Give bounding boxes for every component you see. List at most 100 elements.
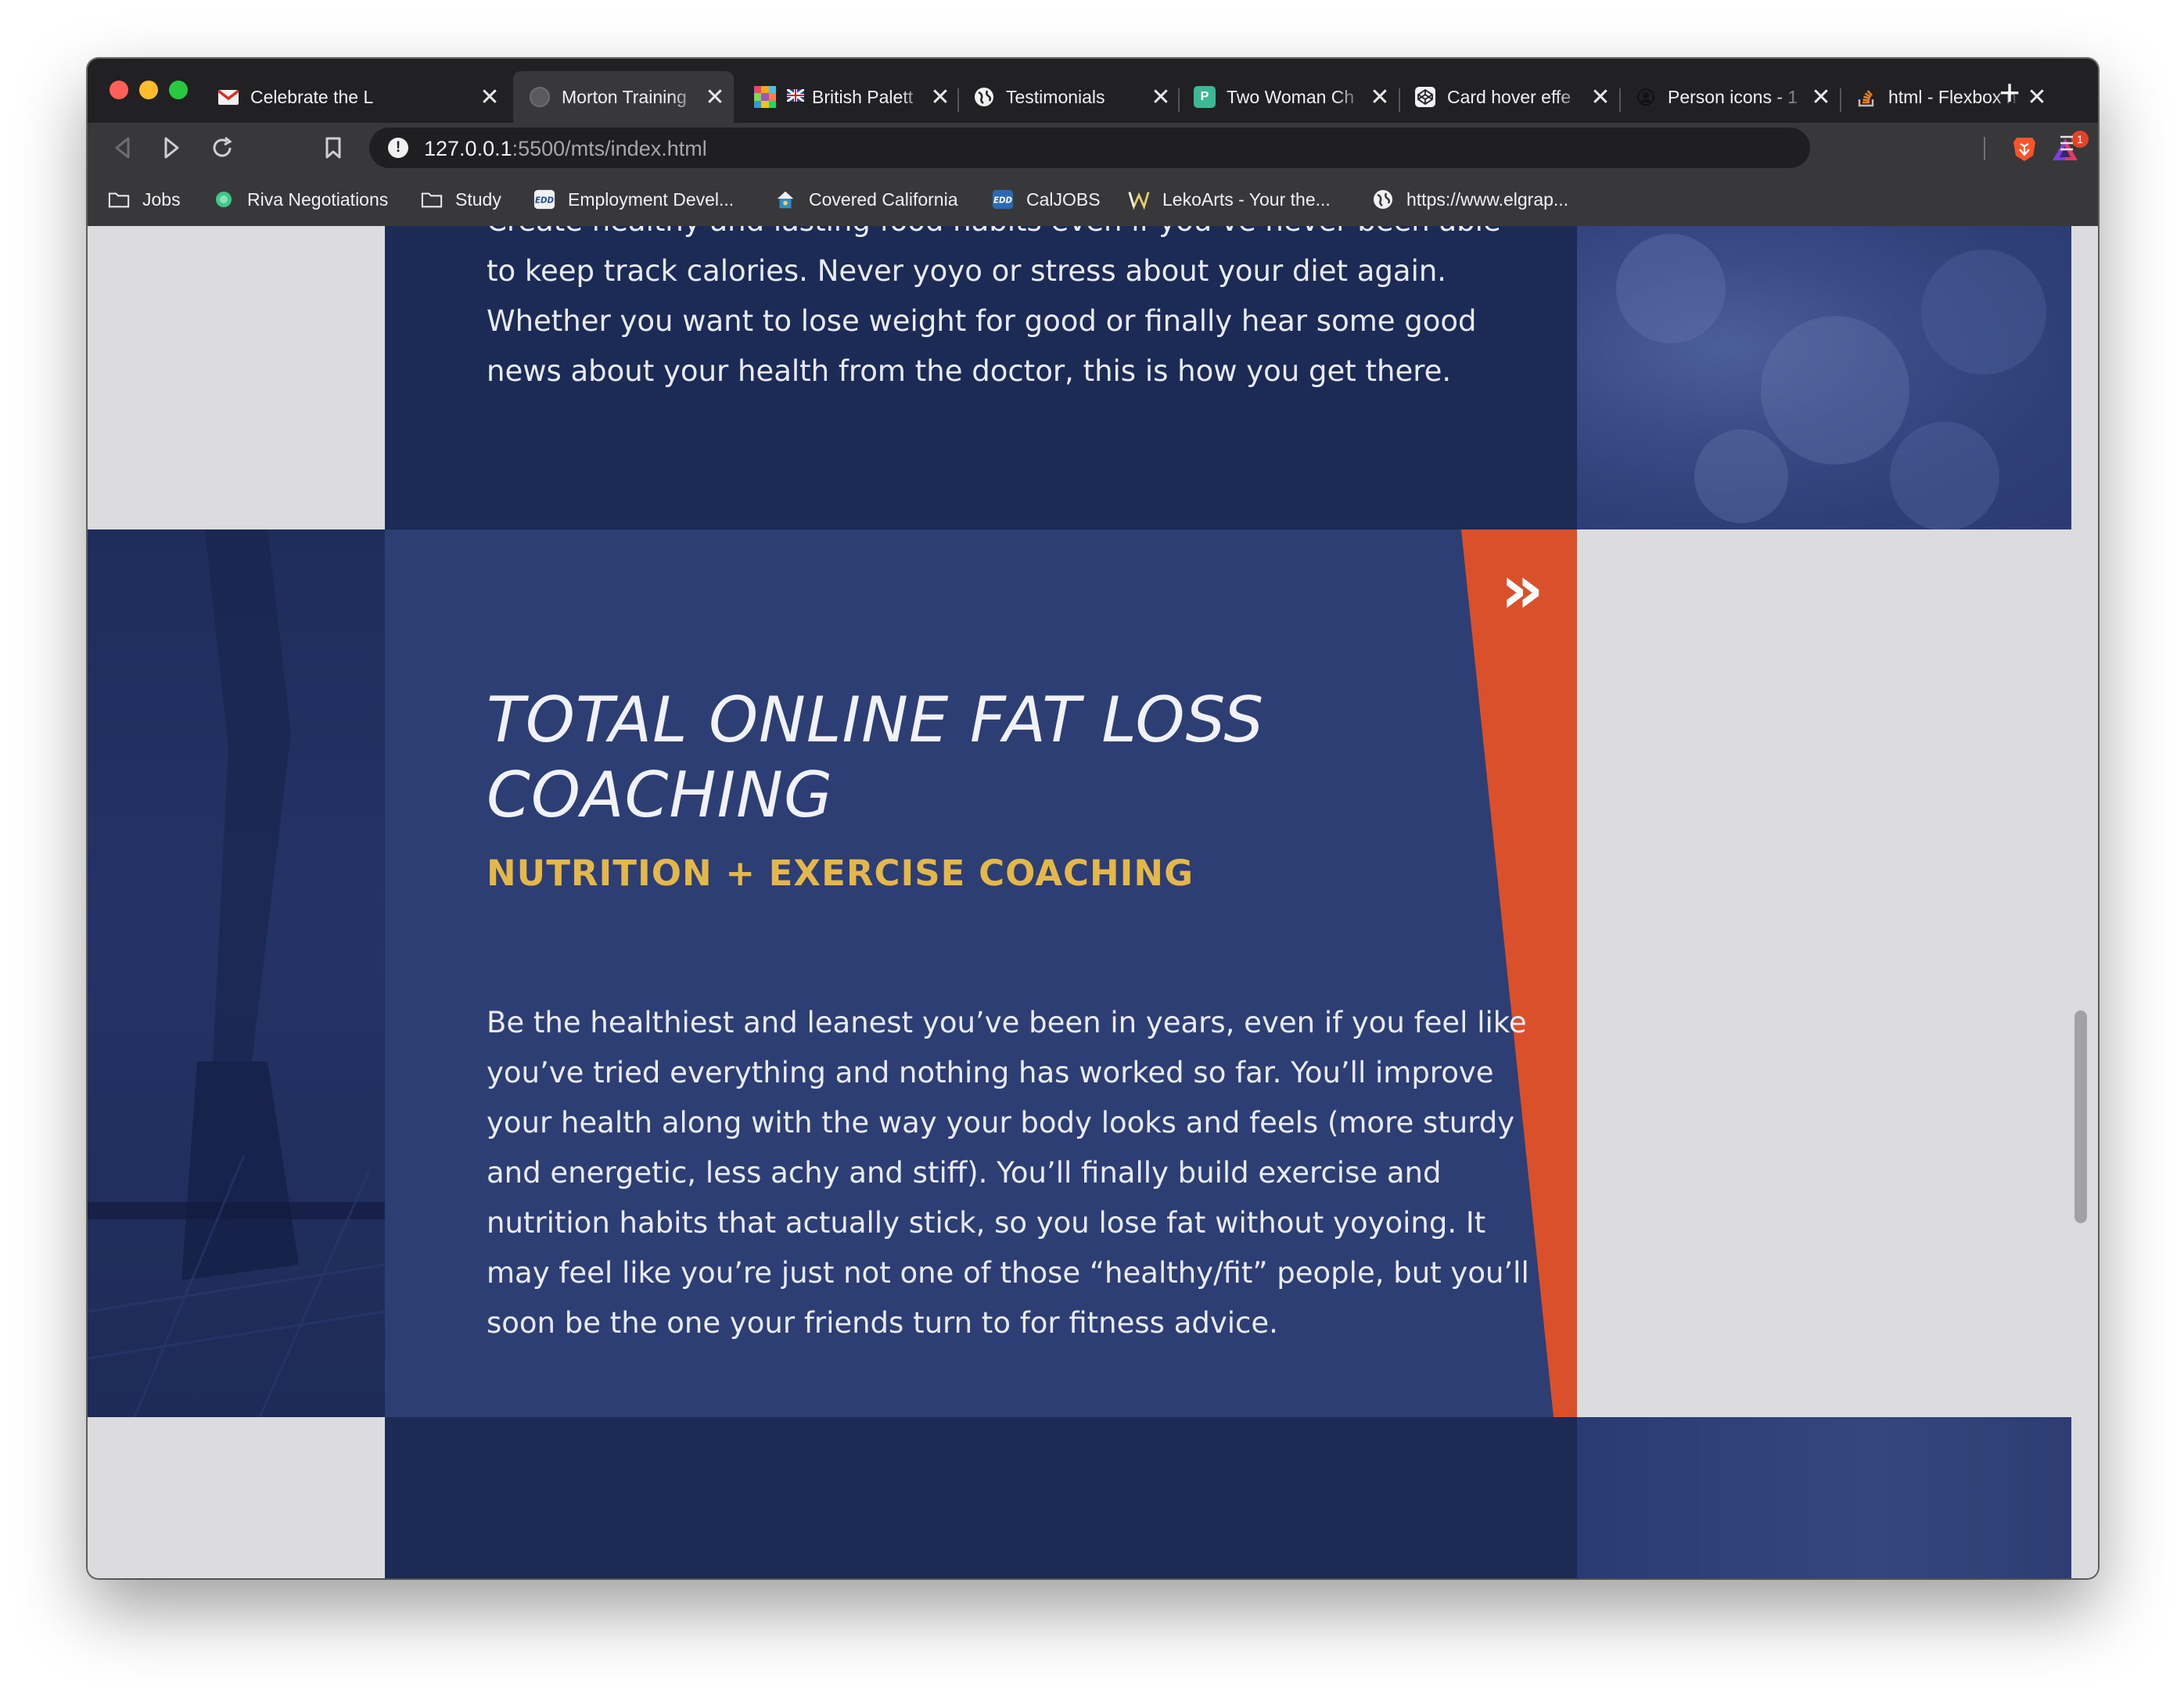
tab-morton-training[interactable]: Morton Training ✕ xyxy=(513,71,734,123)
description-line: nutrition habits that actually stick, so… xyxy=(487,1206,1486,1240)
menu-icon[interactable] xyxy=(2051,132,2082,163)
close-tab-icon[interactable]: ✕ xyxy=(476,84,504,111)
lekoarts-icon xyxy=(1128,188,1150,210)
bookmark-lekoarts[interactable]: LekoArts - Your the... xyxy=(1128,185,1331,214)
deluxe-coaching-title: DELUXE FAT LOSS COACHING xyxy=(487,1571,1582,1578)
tab-title: Person icons - 1 xyxy=(1668,86,1798,107)
description-line: and energetic, less achy and stiff). You… xyxy=(487,1156,1442,1190)
edd-icon: EDD xyxy=(533,188,555,210)
description-line: may feel like you’re just not one of tho… xyxy=(487,1256,1529,1290)
tab-separator xyxy=(1619,88,1621,112)
globe-icon xyxy=(529,86,551,108)
deluxe-photo xyxy=(1577,1417,2071,1578)
green-dot-icon xyxy=(213,188,235,210)
description-line: Be the healthiest and leanest you’ve bee… xyxy=(487,1006,1527,1039)
site-info-icon[interactable]: ! xyxy=(388,138,408,158)
tab-separator xyxy=(1399,88,1400,112)
tab-two-woman[interactable]: P Two Woman Ch ✕ xyxy=(1178,71,1399,123)
description-line: Whether you want to lose weight for good… xyxy=(487,304,1477,338)
bookmark-label: Study xyxy=(455,188,501,210)
tab-separator xyxy=(957,88,959,112)
bookmark-label: Riva Negotiations xyxy=(247,188,389,210)
new-tab-button[interactable]: + xyxy=(1990,74,2029,113)
edd-icon: EDD xyxy=(992,188,1014,210)
tab-person-icons[interactable]: Person icons - 1 ✕ xyxy=(1619,71,1840,123)
description-line: you’ve tried everything and nothing has … xyxy=(487,1056,1494,1089)
tab-separator xyxy=(1840,88,1841,112)
total-coaching-title: TOTAL ONLINE FAT LOSS COACHING xyxy=(487,683,1363,833)
bookmark-icon[interactable] xyxy=(314,129,352,167)
description-line: to keep track calories. Never yoyo or st… xyxy=(487,254,1447,288)
tab-british-palette[interactable]: British Palett ✕ xyxy=(738,71,959,123)
bookmark-covered-california[interactable]: Covered California xyxy=(774,185,957,214)
forward-icon[interactable] xyxy=(153,129,191,167)
document-icon: P xyxy=(1194,86,1216,108)
close-tab-icon[interactable]: ✕ xyxy=(1366,84,1394,111)
title-line: TOTAL ONLINE FAT LOSS xyxy=(487,684,1265,756)
bookmark-jobs[interactable]: Jobs xyxy=(108,185,181,214)
codepen-icon xyxy=(1414,86,1436,108)
tab-card-hover[interactable]: Card hover effe ✕ xyxy=(1399,71,1619,123)
tab-title: Celebrate the L xyxy=(250,86,374,107)
tab-title: Testimonials xyxy=(1006,86,1105,107)
tab-celebrate[interactable]: Celebrate the L ✕ xyxy=(202,71,508,123)
description-line: soon be the one your friends turn to for… xyxy=(487,1306,1278,1340)
bookmark-riva[interactable]: Riva Negotiations xyxy=(213,185,388,214)
nutrition-description: Create healthy and lasting food habits e… xyxy=(487,226,1566,397)
bookmark-study[interactable]: Study xyxy=(421,185,501,214)
bookmark-label: CalJOBS xyxy=(1026,188,1101,210)
reload-icon[interactable] xyxy=(203,129,241,167)
service-card-deluxe xyxy=(385,1417,1577,1578)
minimize-window-button[interactable] xyxy=(139,81,158,99)
url-host: 127.0.0.1 xyxy=(424,137,512,160)
toolbar: ! 127.0.0.1:5500/mts/index.html 1 xyxy=(88,123,2098,173)
address-bar[interactable]: ! 127.0.0.1:5500/mts/index.html 1 xyxy=(369,127,2089,168)
tab-separator xyxy=(1178,88,1180,112)
back-icon[interactable] xyxy=(103,129,141,167)
title-line: COACHING xyxy=(487,759,833,831)
bookmarks-bar: Jobs Riva Negotiations Study EDD Employm… xyxy=(88,173,2098,226)
close-tab-icon[interactable]: ✕ xyxy=(1147,84,1175,111)
bookmark-elgrap[interactable]: https://www.elgrap... xyxy=(1372,185,1568,214)
close-tab-icon[interactable]: ✕ xyxy=(1586,84,1615,111)
close-window-button[interactable] xyxy=(110,81,128,99)
url-text[interactable]: 127.0.0.1:5500/mts/index.html xyxy=(424,137,707,161)
total-coaching-description: Be the healthiest and leanest you’ve bee… xyxy=(487,998,1566,1348)
browser-chrome: Celebrate the L ✕ Morton Training ✕ Brit… xyxy=(88,59,2098,226)
close-tab-icon[interactable]: ✕ xyxy=(701,84,729,111)
bookmark-label: Covered California xyxy=(809,188,958,210)
tab-testimonials[interactable]: Testimonials ✕ xyxy=(957,71,1180,123)
brave-shields-icon[interactable] xyxy=(2012,135,2037,162)
double-chevron-icon[interactable]: » xyxy=(1491,554,1554,625)
folder-icon xyxy=(421,188,443,210)
covered-california-icon xyxy=(774,188,796,210)
tab-title: Card hover effe xyxy=(1447,86,1572,107)
palette-icon xyxy=(754,86,776,108)
bookmark-label: https://www.elgrap... xyxy=(1406,188,1569,210)
athlete-photo xyxy=(88,529,385,1417)
browser-window: Celebrate the L ✕ Morton Training ✕ Brit… xyxy=(88,59,2098,1578)
food-photo xyxy=(1577,226,2071,529)
bookmark-label: LekoArts - Your the... xyxy=(1162,188,1331,210)
folder-icon xyxy=(108,188,130,210)
tab-title: Two Woman Ch xyxy=(1227,86,1355,107)
description-line: Create healthy and lasting food habits e… xyxy=(487,226,1566,246)
svg-text:EDD: EDD xyxy=(535,196,555,206)
tab-title: British Palett xyxy=(812,86,914,107)
bookmark-edd[interactable]: EDD Employment Devel... xyxy=(533,185,734,214)
page-scrollbar[interactable] xyxy=(2074,1010,2087,1223)
page-viewport: Create healthy and lasting food habits e… xyxy=(88,226,2098,1578)
close-tab-icon[interactable]: ✕ xyxy=(926,84,954,111)
description-line: news about your health from the doctor, … xyxy=(487,354,1452,388)
bookmark-caljobs[interactable]: EDD CalJOBS xyxy=(992,185,1101,214)
svg-text:EDD: EDD xyxy=(993,196,1013,206)
tab-title: Morton Training xyxy=(562,86,687,107)
person-icon xyxy=(1635,86,1657,108)
stackoverflow-icon xyxy=(1855,86,1877,108)
bookmark-label: Employment Devel... xyxy=(568,188,735,210)
bookmark-label: Jobs xyxy=(142,188,181,210)
url-divider xyxy=(1984,137,1985,160)
maximize-window-button[interactable] xyxy=(169,81,188,99)
url-path: :5500/mts/index.html xyxy=(512,137,707,160)
close-tab-icon[interactable]: ✕ xyxy=(1807,84,1835,111)
